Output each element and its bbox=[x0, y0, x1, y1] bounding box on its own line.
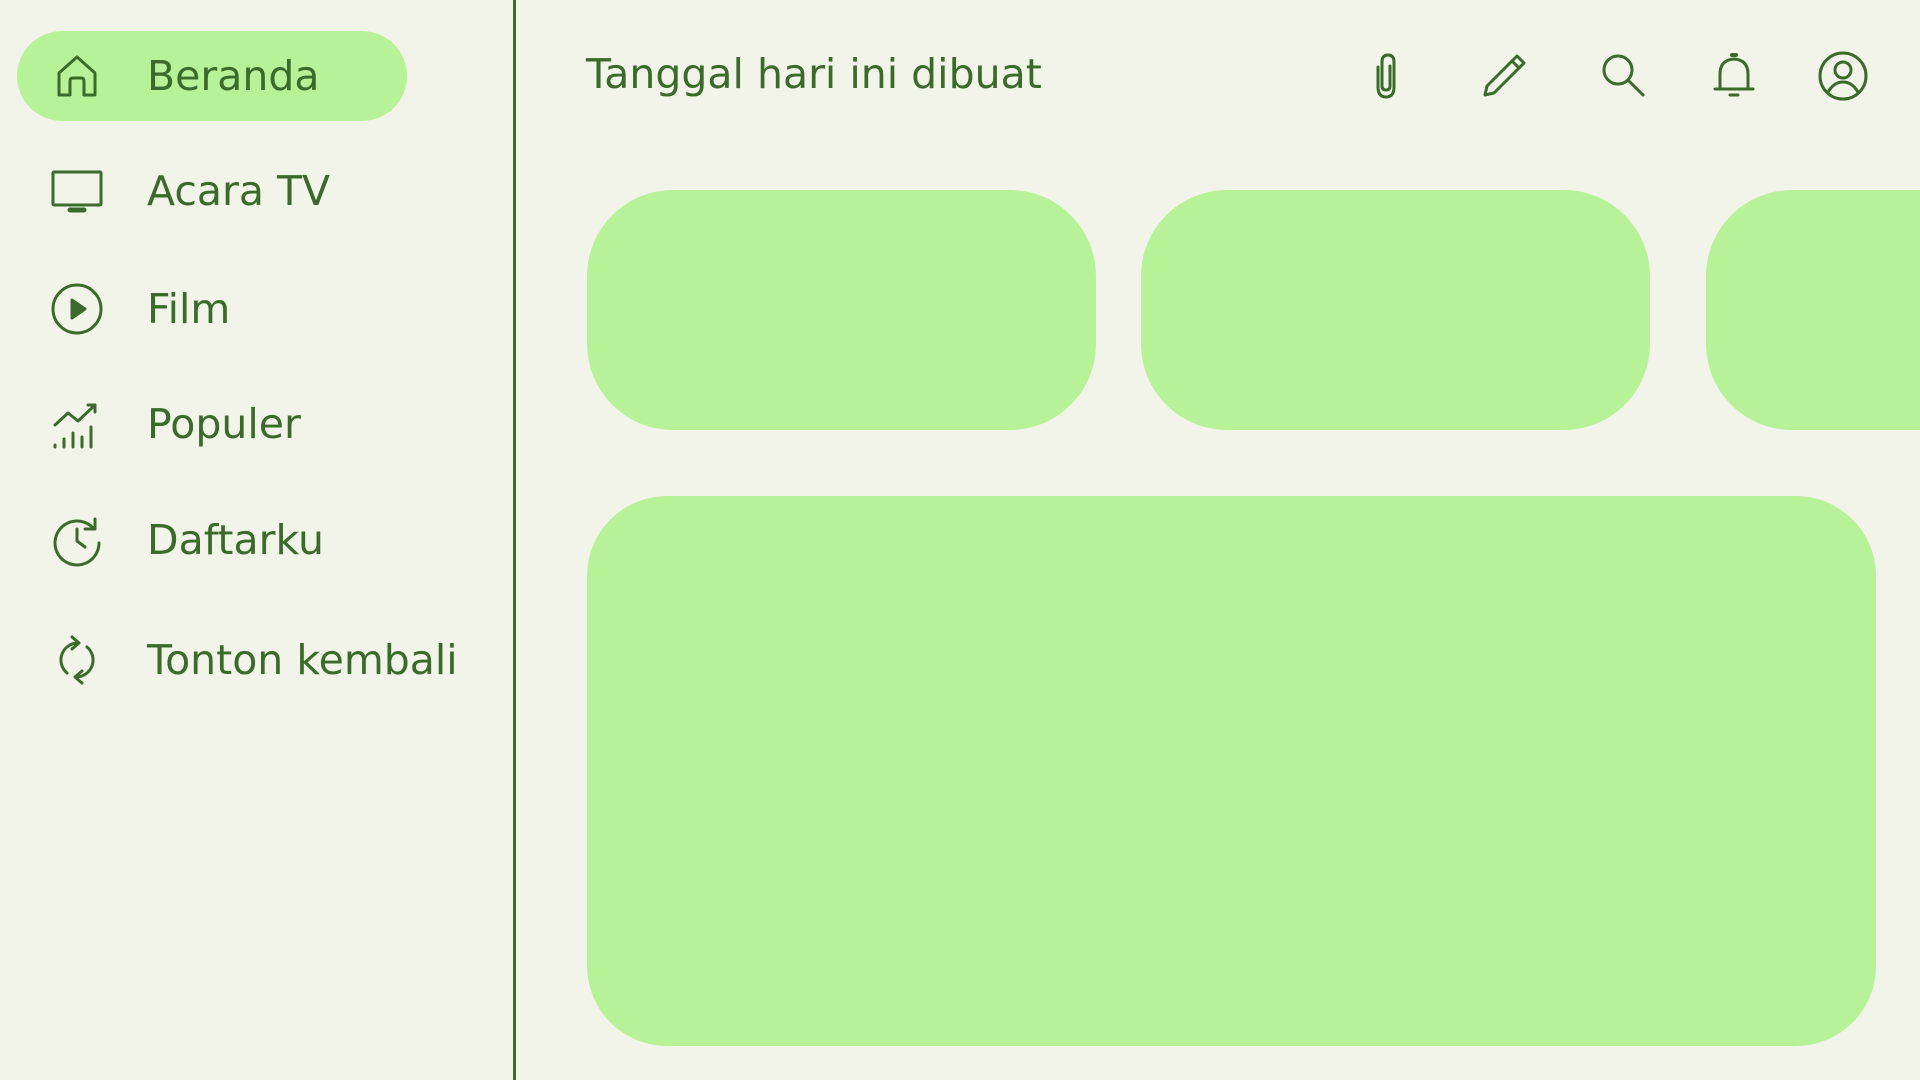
home-icon bbox=[50, 49, 104, 103]
history-clock-icon bbox=[50, 513, 104, 567]
sidebar-item-beranda[interactable]: Beranda bbox=[17, 31, 407, 121]
sidebar-item-label: Beranda bbox=[147, 52, 320, 100]
refresh-icon bbox=[50, 633, 104, 687]
content-card[interactable] bbox=[587, 190, 1096, 430]
sidebar-item-populer[interactable]: Populer bbox=[17, 379, 407, 469]
content-card[interactable] bbox=[1706, 190, 1920, 430]
sidebar-item-label: Tonton kembali bbox=[147, 636, 458, 684]
sidebar-item-daftarku[interactable]: Daftarku bbox=[17, 495, 407, 585]
sidebar-item-label: Film bbox=[147, 285, 231, 333]
trending-chart-icon bbox=[50, 397, 104, 451]
account-icon[interactable] bbox=[1815, 48, 1871, 104]
tv-icon bbox=[50, 164, 104, 218]
sidebar: Beranda Acara TV Film Populer Daftarku T… bbox=[0, 0, 516, 1080]
page-title: Tanggal hari ini dibuat bbox=[586, 50, 1042, 98]
pencil-icon[interactable] bbox=[1476, 48, 1532, 104]
sidebar-item-film[interactable]: Film bbox=[17, 264, 407, 354]
sidebar-item-label: Populer bbox=[147, 400, 301, 448]
paperclip-icon[interactable] bbox=[1356, 48, 1412, 104]
content-card[interactable] bbox=[1141, 190, 1650, 430]
app-window: Beranda Acara TV Film Populer Daftarku T… bbox=[0, 0, 1920, 1080]
search-icon[interactable] bbox=[1595, 48, 1651, 104]
sidebar-item-acara-tv[interactable]: Acara TV bbox=[17, 146, 407, 236]
sidebar-item-tonton-kembali[interactable]: Tonton kembali bbox=[17, 615, 458, 705]
featured-card[interactable] bbox=[587, 496, 1876, 1046]
bell-icon[interactable] bbox=[1706, 48, 1762, 104]
play-circle-icon bbox=[50, 282, 104, 336]
sidebar-item-label: Acara TV bbox=[147, 167, 331, 215]
sidebar-item-label: Daftarku bbox=[147, 516, 324, 564]
